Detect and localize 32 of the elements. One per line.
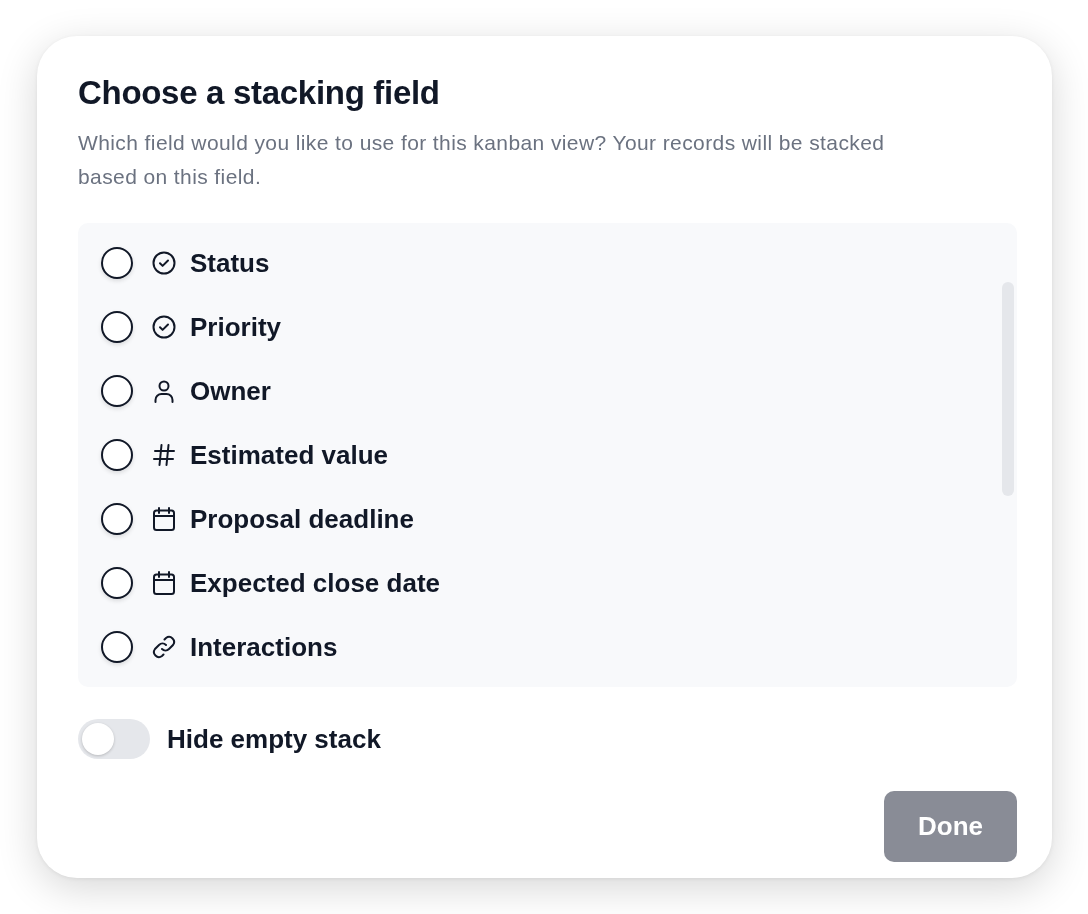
- field-option[interactable]: Proposal deadline: [78, 487, 426, 551]
- field-label: Expected close date: [190, 567, 440, 599]
- radio-button[interactable]: [101, 631, 133, 663]
- field-option[interactable]: Expected close date: [78, 551, 452, 615]
- person-icon: [152, 379, 176, 403]
- calendar-icon: [152, 571, 176, 595]
- calendar-icon: [152, 507, 176, 531]
- toggle-switch[interactable]: [78, 719, 150, 759]
- hash-icon: [152, 443, 176, 467]
- field-label: Estimated value: [190, 439, 388, 471]
- radio-button[interactable]: [101, 439, 133, 471]
- field-option[interactable]: Status: [78, 231, 282, 295]
- link-icon: [152, 635, 176, 659]
- field-label: Status: [190, 247, 270, 279]
- field-option[interactable]: Priority: [78, 295, 294, 359]
- radio-button[interactable]: [101, 567, 133, 599]
- field-option[interactable]: Owner: [78, 359, 283, 423]
- check-circle-icon: [152, 315, 176, 339]
- radio-button[interactable]: [101, 503, 133, 535]
- dialog-title: Choose a stacking field: [78, 73, 440, 113]
- field-label: Proposal deadline: [190, 503, 414, 535]
- field-option[interactable]: Interactions: [78, 615, 350, 679]
- dialog-description: Which field would you like to use for this kanban view? Your records will be stacked based on this field.: [78, 130, 886, 190]
- toggle-label: Hide empty stack: [167, 723, 381, 755]
- field-label: Interactions: [190, 631, 338, 663]
- check-circle-icon: [152, 251, 176, 275]
- radio-button[interactable]: [101, 375, 133, 407]
- field-label: Priority: [190, 311, 282, 343]
- field-option[interactable]: Estimated value: [78, 423, 400, 487]
- radio-button[interactable]: [101, 311, 133, 343]
- field-label: Owner: [190, 375, 271, 407]
- radio-button[interactable]: [101, 247, 133, 279]
